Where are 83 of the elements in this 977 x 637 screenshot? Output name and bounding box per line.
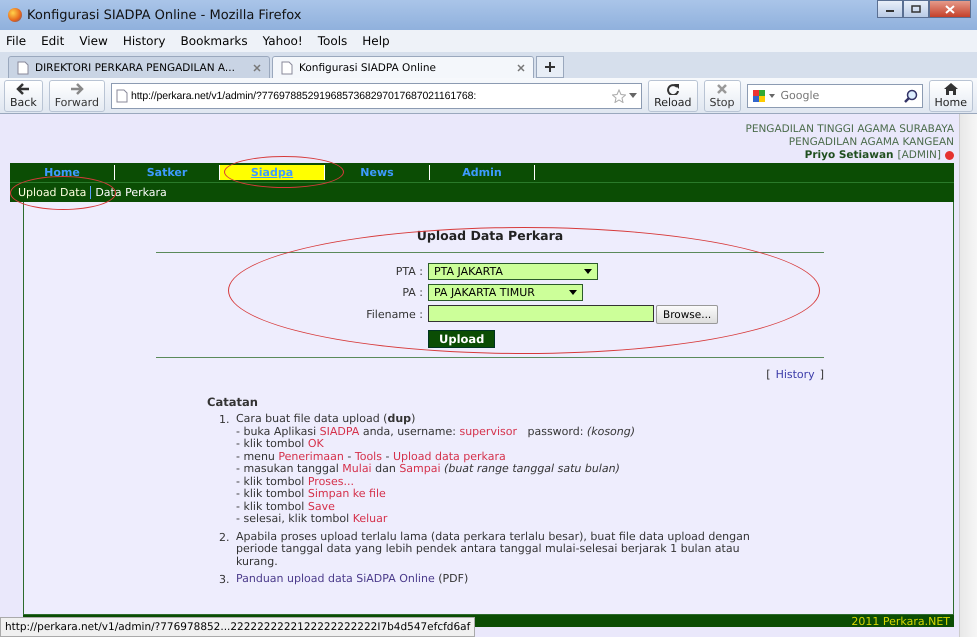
caret-icon: [584, 269, 592, 274]
new-tab-button[interactable]: [536, 56, 564, 78]
stop-button[interactable]: Stop: [704, 80, 741, 112]
list-number: 2.: [219, 530, 230, 546]
browser-logo-icon: [8, 8, 22, 22]
search-field[interactable]: Google: [746, 84, 923, 108]
court-name: PENGADILAN TINGGI AGAMA SURABAYA: [744, 123, 954, 136]
upload-button[interactable]: Upload: [428, 330, 496, 348]
browse-button[interactable]: Browse...: [656, 305, 718, 324]
back-arrow-icon: [16, 82, 30, 94]
note-line: - selesai, klik tombol Keluar: [236, 513, 388, 526]
url-text: http://perkara.net/v1/admin/?7769788529196857368297017687021161768:: [130, 90, 478, 102]
status-url: http://perkara.net/v1/admin/?776978852...2222222222122222222222I7b4d547efcfd6af: [0, 617, 476, 637]
reload-button[interactable]: Reload: [648, 80, 698, 112]
footer-text: 2011 Perkara.NET: [851, 614, 950, 628]
note-line: - buka Aplikasi SIADPA anda, username: supervisor password: (kosong): [236, 426, 636, 438]
note-line: Apabila proses upload terlalu lama (data perkara terlalu besar), buat file data upload dengan periode tanggal data yang lebih pendek antara tanggal mulai-selesai berjarak 1 bulan atau kurang.: [236, 530, 751, 568]
house-icon: [944, 82, 958, 94]
filename-field[interactable]: [428, 305, 654, 322]
stop-x-icon: [716, 82, 728, 94]
star-icon[interactable]: [612, 88, 626, 102]
field-label: PTA :: [394, 265, 423, 278]
user-role: [ADMIN]: [898, 149, 941, 162]
browser-tab[interactable]: DIREKTORI PERKARA PENGADILAN A...: [8, 56, 270, 78]
note-line: Cara buat file data upload (dup): [236, 413, 416, 426]
form-title: Upload Data Perkara: [416, 228, 564, 243]
nav-item[interactable]: Home: [10, 165, 115, 180]
menu-item[interactable]: File: [6, 34, 26, 48]
history-link[interactable]: History: [776, 368, 815, 381]
page-icon: [281, 60, 293, 74]
minimize-button[interactable]: [877, 0, 903, 18]
caret-icon[interactable]: [629, 93, 638, 98]
menu-item[interactable]: Yahoo!: [262, 34, 303, 48]
menu-item[interactable]: Edit: [41, 34, 64, 48]
maximize-icon: [911, 5, 921, 13]
nav-item[interactable]: Admin: [430, 165, 535, 180]
dropdown[interactable]: PA JAKARTA TIMUR: [428, 284, 583, 301]
note-line: - klik tombol Proses...: [236, 476, 356, 488]
field-label: Filename :: [365, 308, 423, 321]
note-line: - menu Penerimaan - Tools - Upload data perkara: [236, 450, 507, 463]
notes-title: Catatan: [207, 395, 259, 409]
scrollbar[interactable]: [959, 114, 977, 637]
dropdown[interactable]: PTA JAKARTA: [428, 263, 598, 280]
note-line: - masukan tanggal Mulai dan Sampai (buat range tanggal satu bulan): [236, 463, 621, 476]
field-label: PA :: [401, 286, 423, 299]
pdf-guide-link[interactable]: Panduan upload data SiADPA Online: [236, 573, 435, 586]
page-icon: [116, 88, 128, 102]
address-bar[interactable]: http://perkara.net/v1/admin/?7769788529196857368297017687021161768:: [110, 82, 642, 108]
nav-item[interactable]: News: [325, 165, 430, 180]
plus-icon: [544, 61, 556, 73]
logout-icon[interactable]: [945, 151, 954, 160]
close-button[interactable]: [929, 0, 971, 18]
back-button[interactable]: Back: [4, 80, 43, 112]
reload-icon: [666, 82, 680, 94]
home-button[interactable]: Home: [928, 80, 973, 112]
menu-item[interactable]: Help: [362, 34, 390, 48]
note-line: - klik tombol Simpan ke file: [236, 488, 387, 500]
maximize-button[interactable]: [903, 0, 929, 18]
page-icon: [17, 60, 29, 74]
close-tab-icon[interactable]: [517, 64, 525, 72]
note-line: - klik tombol OK: [236, 438, 325, 450]
menu-item[interactable]: Tools: [318, 34, 348, 48]
menu-item[interactable]: Bookmarks: [180, 34, 248, 48]
close-tab-icon[interactable]: [253, 64, 261, 72]
note-line: - klik tombol Save: [236, 500, 336, 513]
sub-nav-item[interactable]: Upload Data: [14, 186, 90, 199]
forward-button[interactable]: Forward: [48, 80, 105, 112]
list-number: 3.: [219, 573, 230, 586]
court-name: PENGADILAN AGAMA KANGEAN: [788, 136, 954, 149]
search-engine-menu-icon[interactable]: [752, 88, 778, 102]
close-icon: [945, 4, 955, 14]
forward-arrow-icon: [70, 82, 84, 94]
menu-item[interactable]: View: [79, 34, 108, 48]
user-name: Priyo Setiawan: [804, 149, 894, 162]
menu-item[interactable]: History: [122, 34, 166, 48]
note-text: (PDF): [437, 573, 468, 586]
list-number: 1.: [219, 413, 230, 428]
bracket: [: [766, 368, 771, 381]
bracket: ]: [820, 368, 824, 381]
caret-icon: [569, 290, 577, 295]
browser-tab[interactable]: Konfigurasi SIADPA Online: [272, 56, 534, 78]
window-title: Konfigurasi SIADPA Online - Mozilla Firefox: [27, 8, 302, 22]
search-icon[interactable]: [904, 88, 918, 102]
